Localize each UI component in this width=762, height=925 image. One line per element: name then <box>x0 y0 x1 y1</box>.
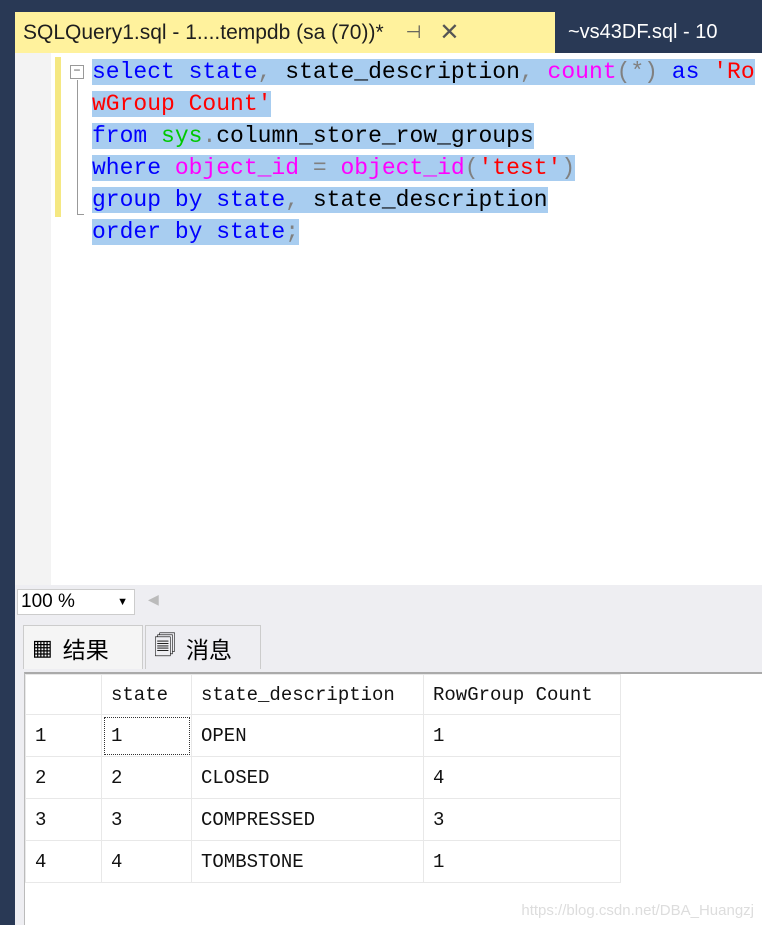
grid-icon: ▦ <box>32 634 53 660</box>
code-line[interactable]: order by state; <box>92 216 757 248</box>
code-token: state <box>202 187 286 213</box>
tab-messages[interactable]: 🗐 消息 <box>145 625 261 669</box>
selection: from sys.column_store_row_groups <box>92 123 534 149</box>
fold-line <box>77 80 84 215</box>
table-cell[interactable]: 1 <box>101 714 192 757</box>
zoom-select[interactable]: 100 % ▼ <box>17 589 135 615</box>
column-header-state[interactable]: state <box>101 674 192 715</box>
table-cell[interactable]: 1 <box>423 840 621 883</box>
tab-sqlquery1[interactable]: SQLQuery1.sql - 1....tempdb (sa (70))* ⊣… <box>15 12 555 53</box>
code-token: . <box>202 123 217 149</box>
code-token: ) <box>561 155 576 181</box>
tab-results[interactable]: ▦ 结果 <box>23 625 143 669</box>
code-token: count <box>533 59 617 85</box>
message-icon: 🗐 <box>154 632 176 658</box>
column-header-rowgroup-count[interactable]: RowGroup Count <box>423 674 621 715</box>
code-token: group by <box>92 187 203 213</box>
chevron-down-icon: ▼ <box>117 596 128 608</box>
table-row[interactable]: 4 4 TOMBSTONE 1 <box>25 840 621 883</box>
tab-title: ~vs43DF.sql - 10 <box>568 21 718 43</box>
code-token: (*) <box>616 59 658 85</box>
table-cell[interactable]: TOMBSTONE <box>191 840 424 883</box>
code-token: state <box>174 59 258 85</box>
code-token: 'test' <box>478 155 562 181</box>
code-token: column_store_row_groups <box>216 123 534 149</box>
zoom-value: 100 % <box>21 591 75 612</box>
table-cell[interactable]: OPEN <box>191 714 424 757</box>
table-cell[interactable]: CLOSED <box>191 756 424 799</box>
pin-icon[interactable]: ⊣ <box>406 22 422 43</box>
table-row[interactable]: 1 1 OPEN 1 <box>25 714 621 757</box>
code-line[interactable]: select state, state_description, count(*… <box>92 56 757 120</box>
code-token: , <box>257 59 272 85</box>
table-cell[interactable]: 4 <box>101 840 192 883</box>
results-pane: ▦ 结果 🗐 消息 state state_description RowGroup… <box>15 617 762 925</box>
code-token: , <box>519 59 534 85</box>
tab-title: SQLQuery1.sql - 1....tempdb (sa (70))* <box>23 20 384 44</box>
code-token: object_id <box>326 155 465 181</box>
minus-box-icon[interactable]: − <box>70 65 84 79</box>
code-token: state_description <box>271 59 520 85</box>
table-cell[interactable]: 3 <box>423 798 621 841</box>
close-icon[interactable]: ✕ <box>439 18 459 47</box>
code-token: from <box>92 123 148 149</box>
zoom-bar: 100 % ▼ ◀ <box>15 585 762 617</box>
table-row[interactable]: 2 2 CLOSED 4 <box>25 756 621 799</box>
tab-label: 结果 <box>62 636 109 663</box>
code-token: , <box>285 187 300 213</box>
code-token: ( <box>464 155 479 181</box>
row-number[interactable]: 1 <box>25 714 102 757</box>
tab-label: 消息 <box>185 636 232 663</box>
row-number[interactable]: 2 <box>25 756 102 799</box>
code-token: select <box>92 59 175 85</box>
table-cell[interactable]: 3 <box>101 798 192 841</box>
code-line[interactable]: from sys.column_store_row_groups <box>92 120 757 152</box>
watermark: https://blog.csdn.net/DBA_Huangzj <box>521 902 754 919</box>
selection: order by state; <box>92 219 300 245</box>
column-header-state-description[interactable]: state_description <box>191 674 424 715</box>
table-cell[interactable]: 1 <box>423 714 621 757</box>
selection: where object_id = object_id('test') <box>92 155 576 181</box>
selection: select state, state_description, count(*… <box>92 59 755 117</box>
header-row: state state_description RowGroup Count <box>25 674 621 715</box>
row-number-header[interactable] <box>25 674 102 715</box>
scroll-left-icon[interactable]: ◀ <box>148 591 159 608</box>
code-token: sys <box>147 123 203 149</box>
code-token: state_description <box>299 187 548 213</box>
code-token: state <box>202 219 286 245</box>
code-token: where <box>92 155 162 181</box>
code-token: = <box>299 155 327 181</box>
query-editor[interactable]: − select state, state_description, count… <box>15 53 762 585</box>
table-row[interactable]: 3 3 COMPRESSED 3 <box>25 798 621 841</box>
code-token: object_id <box>161 155 300 181</box>
tab-vs43df[interactable]: ~vs43DF.sql - 10 <box>560 12 762 53</box>
change-indicator <box>55 57 61 217</box>
results-grid[interactable]: state state_description RowGroup Count 1… <box>24 672 762 925</box>
table-cell[interactable]: 4 <box>423 756 621 799</box>
code-line[interactable]: where object_id = object_id('test') <box>92 152 757 184</box>
selection: group by state, state_description <box>92 187 548 213</box>
row-number[interactable]: 3 <box>25 798 102 841</box>
code-token: as <box>657 59 700 85</box>
code-token: order by <box>92 219 203 245</box>
row-number[interactable]: 4 <box>25 840 102 883</box>
table-cell[interactable]: 2 <box>101 756 192 799</box>
code-area[interactable]: select state, state_description, count(*… <box>92 56 757 248</box>
code-line[interactable]: group by state, state_description <box>92 184 757 216</box>
code-token: ; <box>285 219 300 245</box>
editor-gutter <box>15 53 51 585</box>
table-cell[interactable]: COMPRESSED <box>191 798 424 841</box>
